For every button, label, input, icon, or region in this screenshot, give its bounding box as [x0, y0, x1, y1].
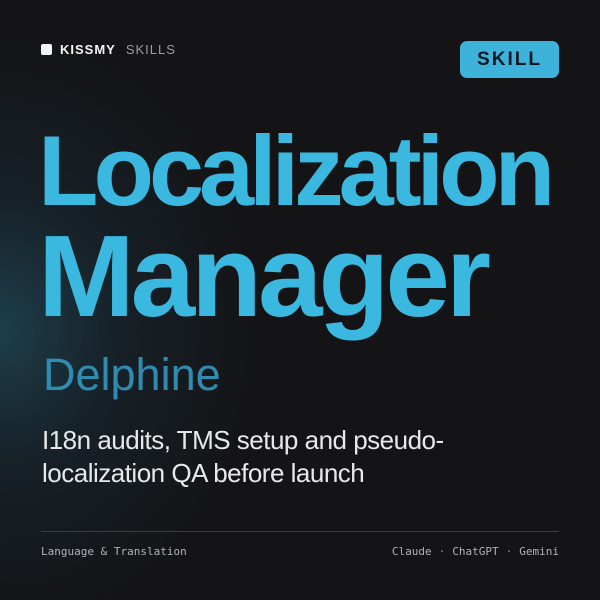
divider — [41, 531, 559, 532]
platform-chatgpt: ChatGPT — [452, 545, 499, 558]
title-line-2: Manager — [38, 211, 491, 341]
platform-list: Claude · ChatGPT · Gemini — [392, 545, 559, 558]
persona-name: Delphine — [43, 349, 221, 400]
category-label: Language & Translation — [41, 545, 187, 558]
description: I18n audits, TMS setup and pseudo-locali… — [42, 425, 444, 488]
skill-card: KISSMY SKILLS SKILL Localization Manager… — [0, 0, 600, 600]
brand: KISSMY SKILLS — [41, 41, 176, 57]
platform-claude: Claude — [391, 545, 432, 558]
platform-separator: · — [505, 545, 513, 558]
square-logo-icon — [41, 43, 52, 55]
platform-gemini: Gemini — [519, 545, 559, 558]
platform-separator: · — [438, 545, 446, 558]
skill-badge: SKILL — [460, 41, 559, 78]
brand-name: KISSMY — [60, 41, 116, 57]
title-line-1: Localization — [38, 115, 555, 226]
brand-subtitle: SKILLS — [125, 41, 176, 57]
